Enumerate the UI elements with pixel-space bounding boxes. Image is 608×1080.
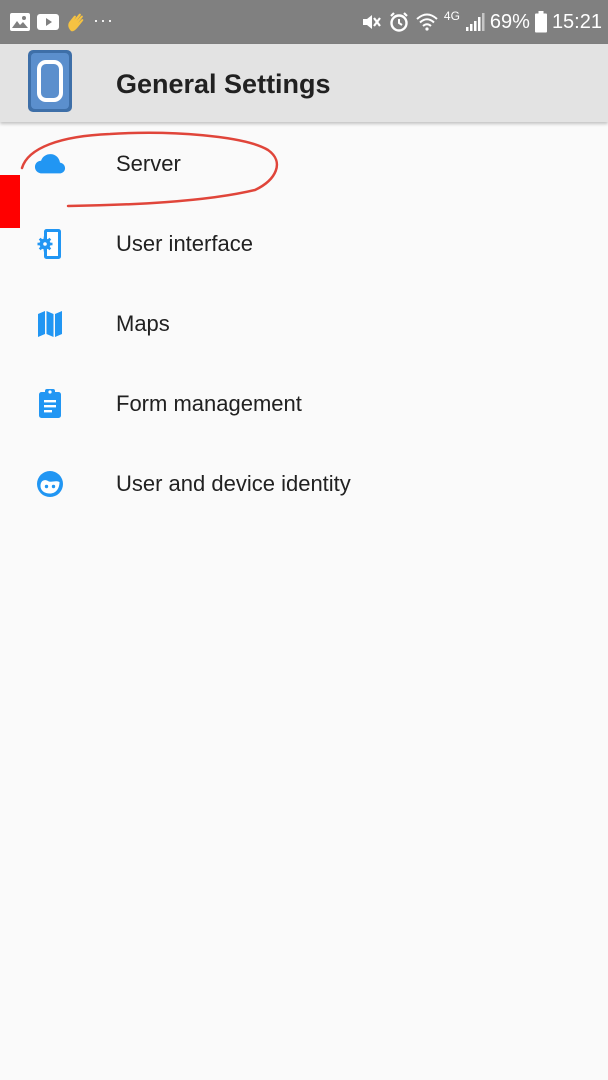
settings-item-user-device-identity[interactable]: User and device identity bbox=[0, 444, 608, 524]
map-icon bbox=[34, 310, 66, 338]
network-type-label: 4G bbox=[443, 9, 460, 23]
settings-item-label: Server bbox=[116, 151, 181, 176]
settings-item-maps[interactable]: Maps bbox=[0, 284, 608, 364]
page-title: General Settings bbox=[116, 69, 331, 99]
youtube-icon bbox=[37, 13, 59, 31]
settings-item-label: Form management bbox=[116, 391, 302, 416]
settings-item-label: User and device identity bbox=[116, 471, 351, 496]
status-bar: ··· 4G 69% 15:21 bbox=[0, 0, 608, 44]
settings-item-user-interface[interactable]: User interface bbox=[0, 204, 608, 284]
status-time: 15:21 bbox=[551, 11, 602, 33]
status-bar-system: 4G 69% 15:21 bbox=[361, 8, 602, 36]
face-icon bbox=[34, 470, 66, 498]
mute-icon bbox=[361, 12, 383, 32]
wifi-icon bbox=[415, 12, 439, 32]
status-bar-notifications: ··· bbox=[9, 10, 114, 34]
settings-item-form-management[interactable]: Form management bbox=[0, 364, 608, 444]
cloud-icon bbox=[34, 150, 66, 178]
signal-icon bbox=[465, 12, 485, 32]
settings-item-label: User interface bbox=[116, 231, 253, 256]
alarm-icon bbox=[388, 11, 410, 33]
battery-icon bbox=[534, 11, 547, 33]
clipboard-icon bbox=[34, 389, 66, 418]
gallery-icon bbox=[9, 12, 31, 32]
settings-item-server[interactable]: Server bbox=[0, 124, 608, 204]
settings-item-label: Maps bbox=[116, 311, 170, 336]
phone-settings-icon bbox=[34, 229, 66, 259]
app-logo-icon bbox=[28, 50, 72, 112]
more-dots-icon: ··· bbox=[93, 10, 114, 30]
app-bar: General Settings bbox=[0, 44, 608, 122]
wave-hand-icon bbox=[65, 11, 87, 33]
battery-percent: 69% bbox=[489, 11, 530, 33]
